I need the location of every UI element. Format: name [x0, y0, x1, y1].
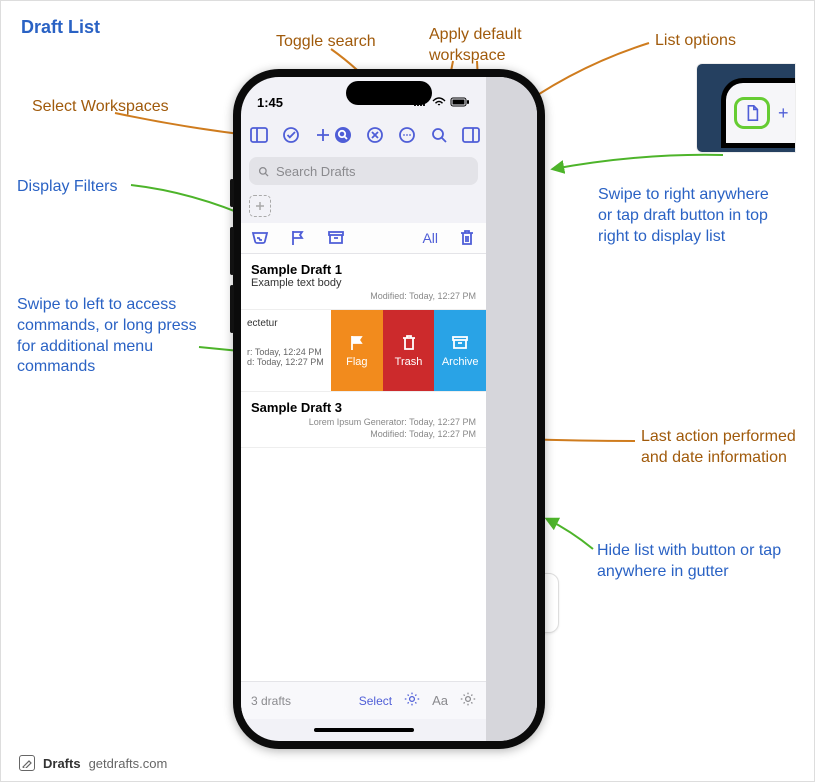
swipe-flag-label: Flag	[346, 356, 367, 368]
draft-count: 3 drafts	[251, 694, 291, 708]
home-indicator	[241, 719, 486, 741]
callout-last-action: Last action performed and date informati…	[641, 427, 811, 469]
draft-list: Sample Draft 1 Example text body Modifie…	[241, 254, 486, 681]
footer: Drafts getdrafts.com	[19, 755, 167, 771]
action-gear-icon[interactable]	[404, 691, 420, 710]
battery-icon	[450, 95, 470, 110]
drafts-logo-icon	[19, 755, 35, 771]
workspace-placeholder[interactable]	[249, 195, 271, 217]
footer-brand: Drafts	[43, 756, 81, 771]
callout-swipe-right: Swipe to right anywhere or tap draft but…	[598, 185, 778, 247]
draft-item-swiped[interactable]: ectetur r: Today, 12:24 PM d: Today, 12:…	[241, 310, 486, 392]
workspace-row	[241, 189, 486, 223]
draft-meta-peek: d: Today, 12:27 PM	[247, 357, 325, 367]
filter-bar: All	[241, 223, 486, 254]
archive-filter-icon[interactable]	[327, 229, 345, 247]
draft-meta: Modified: Today, 12:27 PM	[251, 291, 476, 301]
draft-title-peek: ectetur	[247, 318, 325, 329]
search-circle-icon[interactable]	[333, 125, 353, 145]
flag-filter-icon[interactable]	[289, 229, 307, 247]
callout-hide-list: Hide list with button or tap anywhere in…	[597, 541, 797, 583]
inset-phone-corner: +	[696, 63, 796, 153]
draft-title: Sample Draft 1	[251, 262, 476, 277]
search-outline-icon[interactable]	[429, 125, 449, 145]
callout-list-options: List options	[655, 31, 736, 52]
highlighted-draft-button	[734, 97, 770, 129]
footer-url: getdrafts.com	[89, 756, 168, 771]
check-circle-icon[interactable]	[281, 125, 301, 145]
bottom-bar: 3 drafts Select Aa	[241, 681, 486, 719]
callout-swipe-left: Swipe to left to access commands, or lon…	[17, 295, 197, 378]
top-toolbar	[241, 117, 486, 153]
gutter-area[interactable]	[486, 77, 537, 741]
callout-display-filters: Display Filters	[17, 177, 117, 198]
swipe-archive-button[interactable]: Archive	[434, 310, 486, 391]
trash-filter-icon[interactable]	[458, 229, 476, 247]
wifi-icon	[432, 95, 446, 110]
settings-gear-icon[interactable]	[460, 691, 476, 710]
swipe-trash-label: Trash	[395, 356, 423, 368]
page-title: Draft List	[21, 17, 100, 38]
draft-meta: Modified: Today, 12:27 PM	[251, 429, 476, 439]
draft-title: Sample Draft 3	[251, 400, 476, 415]
phone-screen: 1:45	[241, 77, 537, 741]
draft-item[interactable]: Sample Draft 3 Lorem Ipsum Generator: To…	[241, 392, 486, 448]
clock: 1:45	[257, 95, 283, 110]
plus-icon[interactable]	[313, 125, 333, 145]
draft-meta: Lorem Ipsum Generator: Today, 12:27 PM	[251, 417, 476, 427]
swipe-flag-button[interactable]: Flag	[331, 310, 383, 391]
draft-meta-peek: r: Today, 12:24 PM	[247, 347, 325, 357]
sidebar-toggle-icon[interactable]	[461, 125, 481, 145]
text-settings-icon[interactable]: Aa	[432, 693, 448, 708]
workspaces-icon[interactable]	[249, 125, 269, 145]
search-input[interactable]: Search Drafts	[249, 157, 478, 185]
close-circle-icon[interactable]	[365, 125, 385, 145]
draft-body: Example text body	[251, 277, 476, 289]
inset-plus-icon: +	[778, 103, 789, 124]
draft-item[interactable]: Sample Draft 1 Example text body Modifie…	[241, 254, 486, 310]
callout-select-workspaces: Select Workspaces	[32, 97, 169, 118]
swipe-archive-label: Archive	[442, 356, 479, 368]
inbox-filter-icon[interactable]	[251, 229, 269, 247]
callout-toggle-search: Toggle search	[276, 32, 376, 53]
search-placeholder: Search Drafts	[276, 164, 355, 179]
swipe-trash-button[interactable]: Trash	[383, 310, 435, 391]
phone-frame: 1:45	[233, 69, 545, 749]
all-filter[interactable]: All	[422, 230, 438, 246]
dynamic-island	[346, 81, 432, 105]
more-circle-icon[interactable]	[397, 125, 417, 145]
select-button[interactable]: Select	[359, 694, 392, 708]
callout-apply-default: Apply default workspace	[429, 25, 549, 67]
